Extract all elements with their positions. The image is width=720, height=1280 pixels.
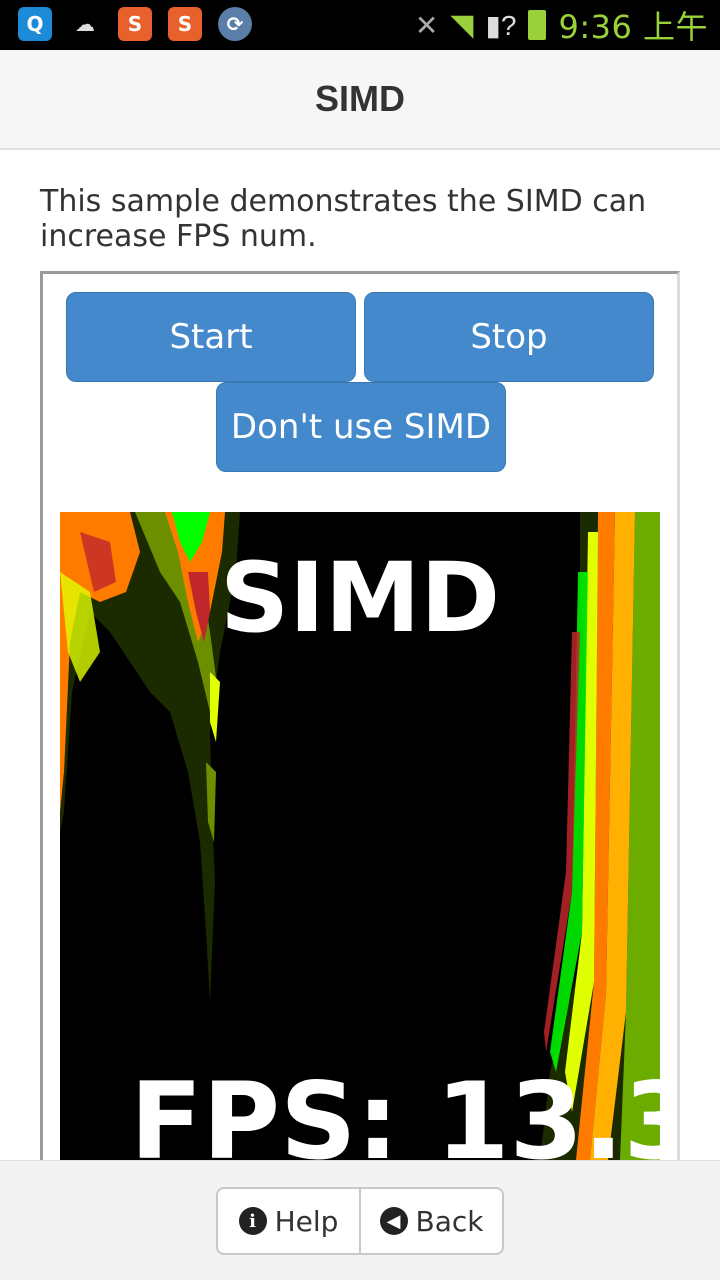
system-icons: ✕ ◥ ▮? 9:36 上午 [415,0,708,50]
render-canvas: SIMD FPS: 13.3 [60,512,660,1160]
info-icon: i [238,1207,267,1235]
canvas-title: SIMD [219,542,501,654]
toggle-simd-button[interactable]: Don't use SIMD [216,382,506,472]
signal-icon: ▮? [485,9,517,41]
back-button[interactable]: ◀ Back [359,1189,502,1253]
back-arrow-icon: ◀ [379,1207,408,1235]
notification-icons: Q ☁ S S ⟳ [18,7,252,41]
status-bar: Q ☁ S S ⟳ ✕ ◥ ▮? 9:36 上午 [0,0,720,50]
sogou-icon: S [118,7,152,41]
sogou-s-icon: S [168,7,202,41]
page-title: SIMD [315,78,405,119]
start-button[interactable]: Start [66,292,356,382]
stop-button[interactable]: Stop [364,292,654,382]
help-button[interactable]: i Help [218,1189,359,1253]
app-header: SIMD [0,50,720,150]
wifi-icon: ◥ [450,8,474,42]
description-text: This sample demonstrates the SIMD can in… [40,184,647,254]
footer-bar: i Help ◀ Back [0,1160,720,1280]
battery-icon [528,10,547,40]
footer-nav: i Help ◀ Back [216,1187,504,1255]
mute-icon: ✕ [414,9,439,41]
qq-icon: Q [18,7,52,41]
help-label: Help [274,1204,339,1238]
back-label: Back [415,1204,484,1238]
fps-counter: FPS: 13.3 [130,1060,660,1160]
sync-icon: ⟳ [218,7,252,41]
weather-icon: ☁ [75,12,95,36]
clock: 9:36 上午 [558,8,708,46]
